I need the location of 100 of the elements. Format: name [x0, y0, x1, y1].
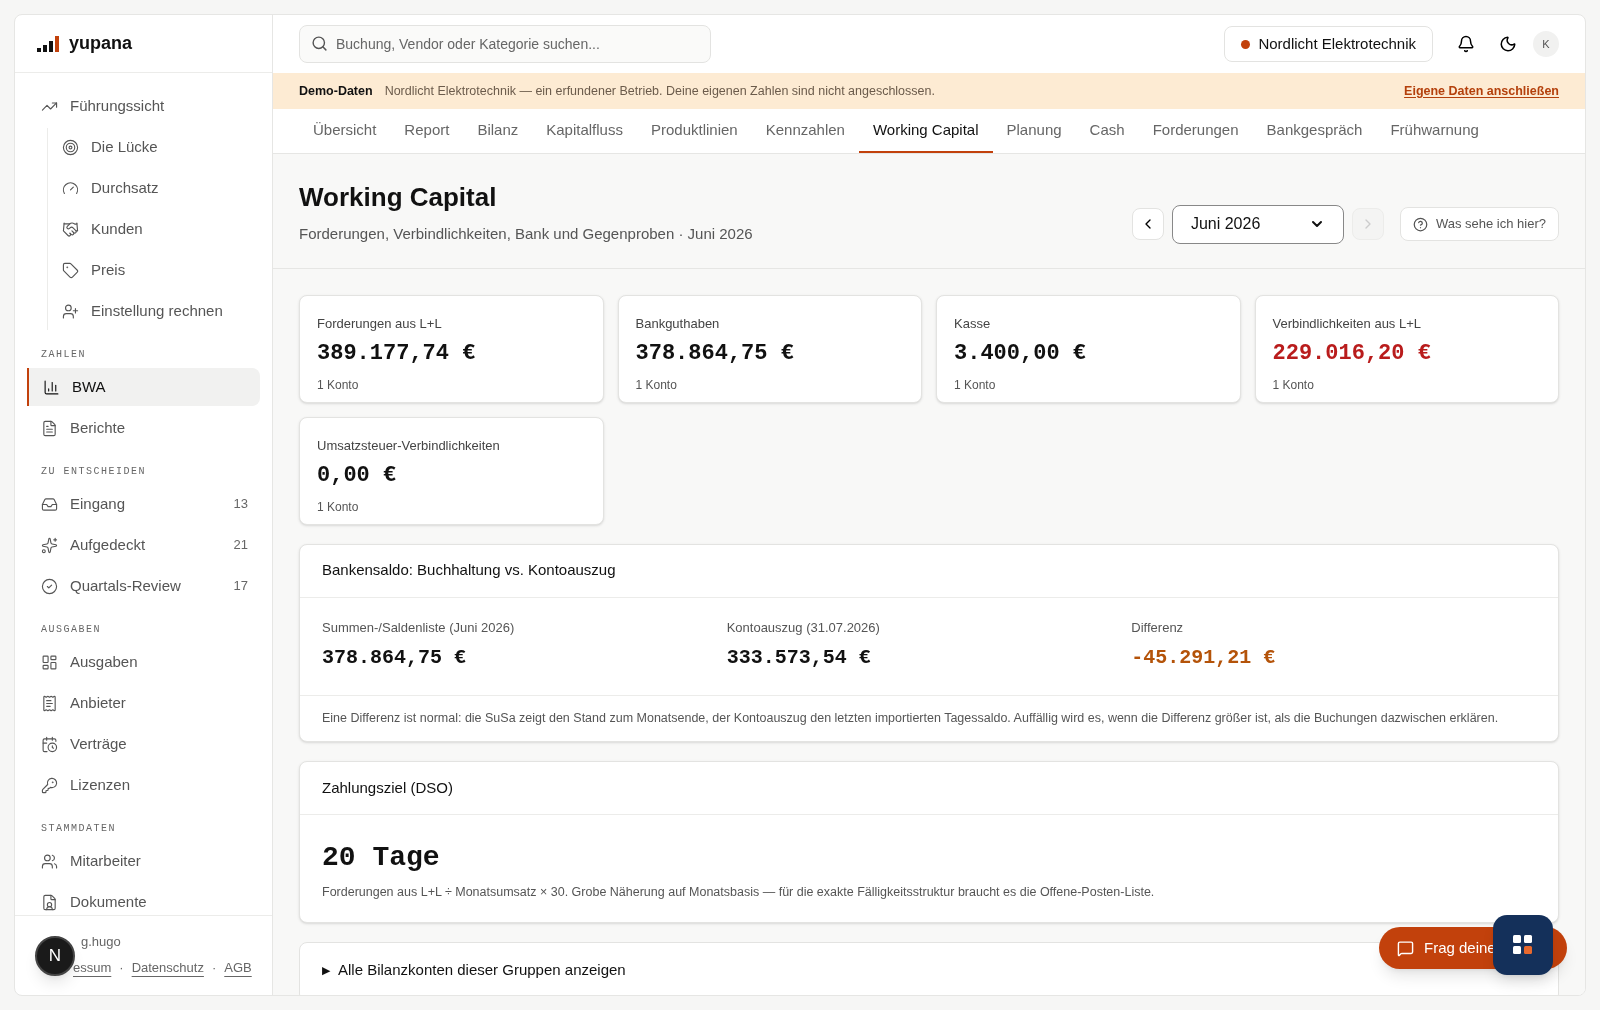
nav-icon	[43, 378, 60, 396]
nav-icon	[41, 536, 58, 554]
balance-label: Summen-/Saldenliste (Juni 2026)	[322, 618, 516, 637]
tab[interactable]: Kapitalfluss	[532, 109, 637, 153]
nav-icon	[41, 495, 58, 513]
help-icon	[1412, 216, 1428, 232]
nav-icon	[41, 852, 58, 870]
sidebar-item[interactable]: Ausgaben	[27, 643, 260, 681]
sidebar-item[interactable]: Dokumente	[27, 883, 260, 915]
sidebar-item[interactable]: Führungssicht	[27, 87, 260, 125]
panel-title: Zahlungsziel (DSO)	[300, 762, 1558, 815]
footer-link[interactable]: essum	[73, 957, 112, 977]
nav-icon	[41, 893, 58, 911]
dso-value: 20 Tage	[322, 841, 441, 875]
connect-link[interactable]: Eigene Daten anschließen	[1404, 81, 1559, 101]
tab[interactable]: Forderungen	[1138, 109, 1253, 153]
sidebar-item[interactable]: Die Lücke	[48, 128, 260, 166]
logo-text: yupana	[69, 32, 133, 55]
sidebar-item[interactable]: Mitarbeiter	[27, 842, 260, 880]
tab[interactable]: Kennzahlen	[751, 109, 859, 153]
section-heading: ZU ENTSCHEIDEN	[40, 465, 147, 479]
company-button[interactable]: Nordlicht Elektrotechnik	[1224, 26, 1433, 62]
kpi-label: Kasse	[954, 314, 992, 333]
sidebar-item[interactable]: Aufgedeckt 21	[27, 526, 260, 564]
footer-link[interactable]: Datenschutz	[131, 957, 204, 977]
kpi-label: Umsatzsteuer-Verbindlichkeiten	[317, 436, 501, 455]
tab[interactable]: Frühwarnung	[1376, 109, 1493, 153]
separator-dot: ·	[211, 958, 217, 977]
kpi-value: 389.177,74 €	[317, 340, 477, 368]
separator-dot: ·	[119, 958, 124, 977]
panel-note: Forderungen aus L+L ÷ Monatsumsatz × 30. Grobe Näherung auf Monatsbasis — für die exakte Fälligkeitsstruktur braucht es die Offene-Posten-Liste.	[322, 884, 1156, 901]
sidebar-item[interactable]: Preis	[48, 251, 260, 289]
kpi-value: 0,00 €	[317, 462, 398, 490]
tab[interactable]: Bankgespräch	[1252, 109, 1377, 153]
sidebar-item[interactable]: Berichte	[27, 409, 260, 447]
panel-title: Bankensaldo: Buchhaltung vs. Kontoauszug	[300, 544, 1558, 598]
nav-icon	[62, 179, 79, 197]
banner-label: Demo-Daten	[299, 82, 373, 100]
kpi-label: Forderungen aus L+L	[317, 314, 443, 333]
nav-icon	[62, 261, 79, 279]
balance-value: 378.864,75 €	[322, 645, 468, 671]
tab[interactable]: Planung	[992, 109, 1076, 153]
grid-icon	[1513, 935, 1533, 955]
sidebar-item[interactable]: Kunden	[48, 210, 260, 248]
nav-icon	[41, 577, 58, 595]
tab[interactable]: Report	[390, 109, 464, 153]
previous-button[interactable]	[1131, 208, 1164, 240]
kpi-value: 229.016,20 €	[1272, 340, 1432, 368]
kpi-note: 1 Konto	[317, 377, 360, 394]
kpi-label: Verbindlichkeiten aus L+L	[1272, 314, 1423, 333]
sidebar-item[interactable]: Eingang 13	[27, 485, 260, 523]
balance-value: 333.573,54 €	[726, 645, 872, 671]
nav-icon	[62, 138, 79, 156]
kpi-value: 378.864,75 €	[635, 340, 795, 368]
nav-icon	[41, 776, 58, 794]
count-label: 21	[233, 536, 248, 555]
nav-icon	[41, 419, 58, 437]
tab[interactable]: Übersicht	[299, 109, 391, 153]
app-launcher-button[interactable]	[1493, 915, 1553, 975]
footer-link[interactable]: AGB	[224, 957, 252, 977]
kpi-note: 1 Konto	[1272, 377, 1315, 394]
kpi-note: 1 Konto	[954, 377, 997, 394]
count-label: 17	[233, 577, 248, 596]
notification-icon[interactable]	[1457, 35, 1475, 53]
chat-icon	[1397, 939, 1414, 957]
section-heading: AUSGABEN	[40, 623, 102, 637]
tab[interactable]: Produktlinien	[636, 109, 752, 153]
kpi-value: 3.400,00 €	[954, 340, 1088, 368]
sidebar-item[interactable]: Durchsatz	[48, 169, 260, 207]
section-heading: STAMMDATEN	[40, 822, 117, 836]
panel-note: Eine Differenz ist normal: die SuSa zeigt den Stand zum Monatsende, der Kontoauszug den letzten importierten Tagessaldo. Auffällig wird es, wenn die Differenz größer ist, als die Buchungen dazwischen erklären.	[321, 710, 1500, 727]
search-field[interactable]: Buchung, Vendor oder Kategorie suchen...	[299, 25, 711, 63]
nav-icon	[62, 220, 79, 238]
sidebar-item[interactable]: Lizenzen	[27, 766, 260, 804]
page-subtitle: Forderungen, Verbindlichkeiten, Bank und Gegenproben · Juni 2026	[299, 224, 754, 244]
balance-value: -45.291,21 €	[1131, 645, 1277, 671]
help-button[interactable]: Was sehe ich hier?	[1399, 207, 1559, 241]
sidebar-item[interactable]: Einstellung rechnen	[48, 292, 260, 330]
nav-icon	[41, 694, 58, 712]
kpi-note: 1 Konto	[317, 499, 360, 516]
kpi-note: 1 Konto	[635, 377, 678, 394]
count-label: 13	[233, 495, 248, 514]
kpi-label: Bankguthaben	[635, 314, 721, 333]
sidebar-item[interactable]: Anbieter	[27, 684, 260, 722]
nav-icon	[62, 302, 79, 320]
user-avatar[interactable]: K	[1533, 31, 1559, 57]
nav-icon	[41, 653, 58, 671]
nav-icon	[41, 735, 58, 753]
banner-text: Nordlicht Elektrotechnik — ein erfundener Betrieb. Deine eigenen Zahlen sind nicht angeschlossen.	[384, 82, 936, 100]
sidebar-item[interactable]: Quartals-Review 17	[27, 567, 260, 605]
sidebar-item[interactable]: Verträge	[27, 725, 260, 763]
page-title: Working Capital	[299, 181, 498, 214]
credit-text: g.hugo	[81, 933, 121, 951]
moon-icon[interactable]	[1499, 35, 1517, 53]
tab[interactable]: Bilanz	[463, 109, 533, 153]
logo-icon	[37, 35, 61, 52]
tab[interactable]: Cash	[1075, 109, 1139, 153]
sidebar-item[interactable]: BWA	[27, 368, 260, 406]
section-heading: ZAHLEN	[40, 348, 87, 362]
period-select[interactable]: Juni 2026	[1171, 204, 1344, 244]
